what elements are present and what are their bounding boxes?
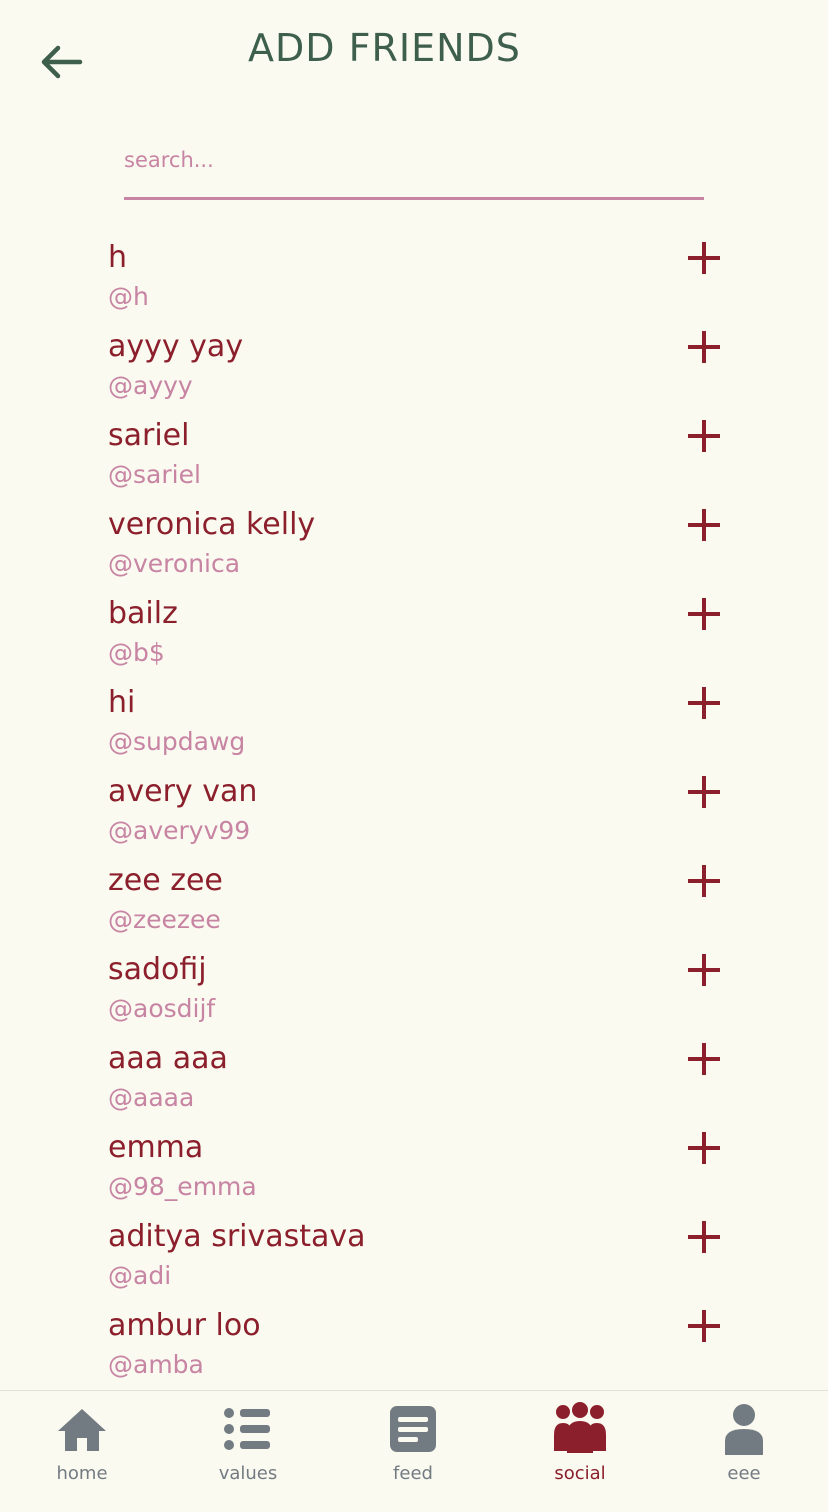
user-row: avery van @averyv99: [0, 770, 828, 859]
user-row: veronica kelly @veronica: [0, 503, 828, 592]
tab-label: home: [56, 1463, 108, 1484]
user-name: ambur loo: [108, 1308, 261, 1343]
tab-bar: home values feed social eee: [0, 1390, 828, 1512]
tab-label: eee: [727, 1463, 761, 1484]
user-row: hi @supdawg: [0, 681, 828, 770]
user-name: aaa aaa: [108, 1041, 228, 1076]
tab-eee[interactable]: eee: [689, 1391, 799, 1512]
user-handle: @aaaa: [108, 1083, 195, 1112]
user-row: zee zee @zeezee: [0, 859, 828, 948]
user-row: h @h: [0, 236, 828, 325]
add-friend-plus-icon[interactable]: [684, 594, 724, 634]
feed-icon: [390, 1406, 436, 1452]
add-friend-plus-icon[interactable]: [684, 861, 724, 901]
tab-values[interactable]: values: [193, 1391, 303, 1512]
user-row: aditya srivastava @adi: [0, 1215, 828, 1304]
add-friend-plus-icon[interactable]: [684, 238, 724, 278]
user-name: aditya srivastava: [108, 1219, 366, 1254]
tab-feed[interactable]: feed: [358, 1391, 468, 1512]
user-handle: @adi: [108, 1261, 172, 1290]
add-friend-plus-icon[interactable]: [684, 1128, 724, 1168]
tab-home[interactable]: home: [27, 1391, 137, 1512]
user-handle: @supdawg: [108, 727, 246, 756]
user-row: aaa aaa @aaaa: [0, 1037, 828, 1126]
user-name: ayyy yay: [108, 329, 244, 364]
home-icon: [58, 1409, 106, 1451]
user-handle: @ayyy: [108, 371, 193, 400]
add-friend-plus-icon[interactable]: [684, 772, 724, 812]
user-handle: @aosdijf: [108, 994, 216, 1023]
user-handle: @veronica: [108, 549, 241, 578]
user-row: ambur loo @amba: [0, 1304, 828, 1393]
user-row: bailz @b$: [0, 592, 828, 681]
user-row: sadofij @aosdijf: [0, 948, 828, 1037]
add-friend-plus-icon[interactable]: [684, 327, 724, 367]
user-row: sariel @sariel: [0, 414, 828, 503]
user-handle: @h: [108, 282, 149, 311]
tab-label: social: [554, 1463, 606, 1484]
user-handle: @amba: [108, 1350, 204, 1379]
tab-label: values: [218, 1463, 278, 1484]
user-handle: @zeezee: [108, 905, 221, 934]
user-handle: @98_emma: [108, 1172, 257, 1201]
tab-label: feed: [393, 1463, 433, 1484]
search-field: [124, 136, 704, 200]
header: ADD FRIENDS: [0, 0, 828, 110]
search-input[interactable]: [124, 136, 704, 184]
user-name: veronica kelly: [108, 507, 316, 542]
add-friend-plus-icon[interactable]: [684, 1039, 724, 1079]
add-friend-plus-icon[interactable]: [684, 1306, 724, 1346]
add-friend-plus-icon[interactable]: [684, 683, 724, 723]
user-name: hi: [108, 685, 136, 720]
user-row: emma @98_emma: [0, 1126, 828, 1215]
list-icon: [224, 1408, 270, 1450]
tab-social[interactable]: social: [525, 1391, 635, 1512]
user-name: h: [108, 240, 128, 275]
person-icon: [725, 1404, 763, 1455]
user-handle: @b$: [108, 638, 165, 667]
user-handle: @averyv99: [108, 816, 251, 845]
back-arrow-icon[interactable]: [36, 40, 86, 84]
page-title: ADD FRIENDS: [248, 26, 521, 70]
user-name: zee zee: [108, 863, 223, 898]
user-name: sariel: [108, 418, 190, 453]
people-icon: [554, 1402, 606, 1453]
user-handle: @sariel: [108, 460, 201, 489]
user-name: emma: [108, 1130, 204, 1165]
add-friend-plus-icon[interactable]: [684, 950, 724, 990]
user-name: sadofij: [108, 952, 207, 987]
user-row: ayyy yay @ayyy: [0, 325, 828, 414]
user-name: bailz: [108, 596, 178, 631]
add-friend-plus-icon[interactable]: [684, 416, 724, 456]
add-friend-plus-icon[interactable]: [684, 1217, 724, 1257]
user-name: avery van: [108, 774, 258, 809]
add-friend-plus-icon[interactable]: [684, 505, 724, 545]
